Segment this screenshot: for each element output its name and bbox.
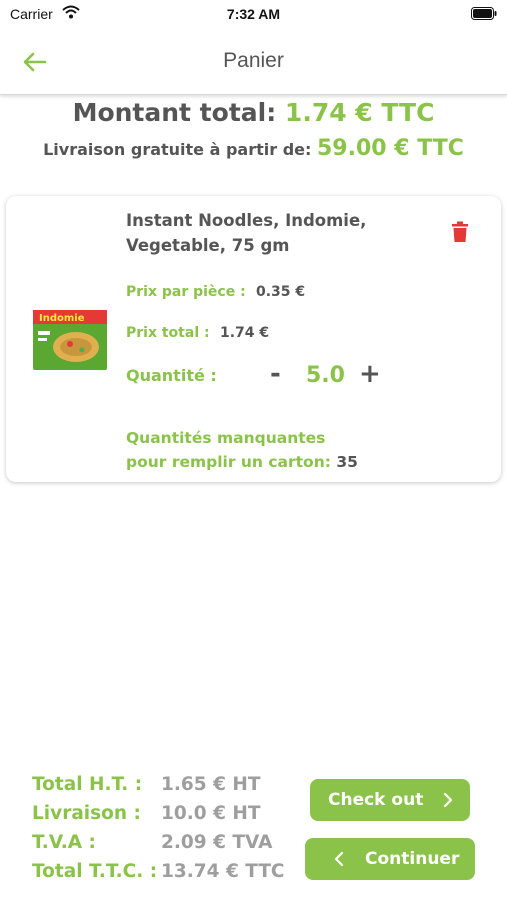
quantity-value: 5.0 xyxy=(306,363,345,388)
summary-label: Total T.T.C. : xyxy=(32,861,158,882)
status-time: 7:32 AM xyxy=(226,6,281,22)
cart-item-card: Indomie Instant Noodles, Indomie, Vegeta… xyxy=(6,196,501,482)
quantity-increment-button[interactable]: + xyxy=(359,359,381,389)
total-price-value: 1.74 € xyxy=(220,325,270,341)
unit-price-value: 0.35 € xyxy=(256,284,306,300)
summary-value: 10.0 € HT xyxy=(161,803,261,824)
checkout-button[interactable]: Check out xyxy=(310,779,470,821)
total-amount: Montant total: 1.74 € TTC xyxy=(0,98,507,127)
checkout-button-label: Check out xyxy=(328,790,424,810)
quantity-decrement-button[interactable]: - xyxy=(270,359,281,389)
free-delivery-label: Livraison gratuite à partir de: xyxy=(43,140,312,159)
product-image: Indomie xyxy=(33,310,107,370)
summary-label: Total H.T. : xyxy=(32,774,143,795)
total-price-label: Prix total : xyxy=(126,325,210,341)
summary-value: 13.74 € TTC xyxy=(161,861,285,882)
product-image-brand: Indomie xyxy=(39,313,85,324)
total-amount-label: Montant total: xyxy=(72,98,277,127)
free-delivery-value: 59.00 € TTC xyxy=(316,136,464,161)
page-title: Panier xyxy=(223,49,284,72)
summary-value: 1.65 € HT xyxy=(161,774,261,795)
missing-quantity-label-line1: Quantités manquantes xyxy=(126,429,326,447)
total-amount-value: 1.74 € TTC xyxy=(284,98,435,127)
free-delivery-threshold: Livraison gratuite à partir de: 59.00 € … xyxy=(0,136,507,161)
continue-button-label: Continuer xyxy=(365,849,460,869)
missing-quantity-label-line2: pour remplir un carton: xyxy=(126,453,331,471)
summary-label: T.V.A : xyxy=(32,832,96,853)
quantity-label: Quantité : xyxy=(126,366,217,385)
battery-icon xyxy=(471,7,497,20)
unit-price-label: Prix par pièce : xyxy=(126,284,246,300)
missing-quantity-info: Quantités manquantes pour remplir un car… xyxy=(126,426,358,474)
nav-bar: Panier xyxy=(0,30,507,95)
product-name: Instant Noodles, Indomie, Vegetable, 75 … xyxy=(126,211,367,255)
chevron-left-icon xyxy=(334,851,344,867)
chevron-right-icon xyxy=(443,792,453,808)
summary-value: 2.09 € TVA xyxy=(161,832,273,853)
status-bar: Carrier 7:32 AM xyxy=(0,0,507,30)
continue-button[interactable]: Continuer xyxy=(305,838,475,880)
missing-quantity-value: 35 xyxy=(336,453,358,471)
summary-label: Livraison : xyxy=(32,803,141,824)
delete-icon[interactable] xyxy=(451,221,469,243)
